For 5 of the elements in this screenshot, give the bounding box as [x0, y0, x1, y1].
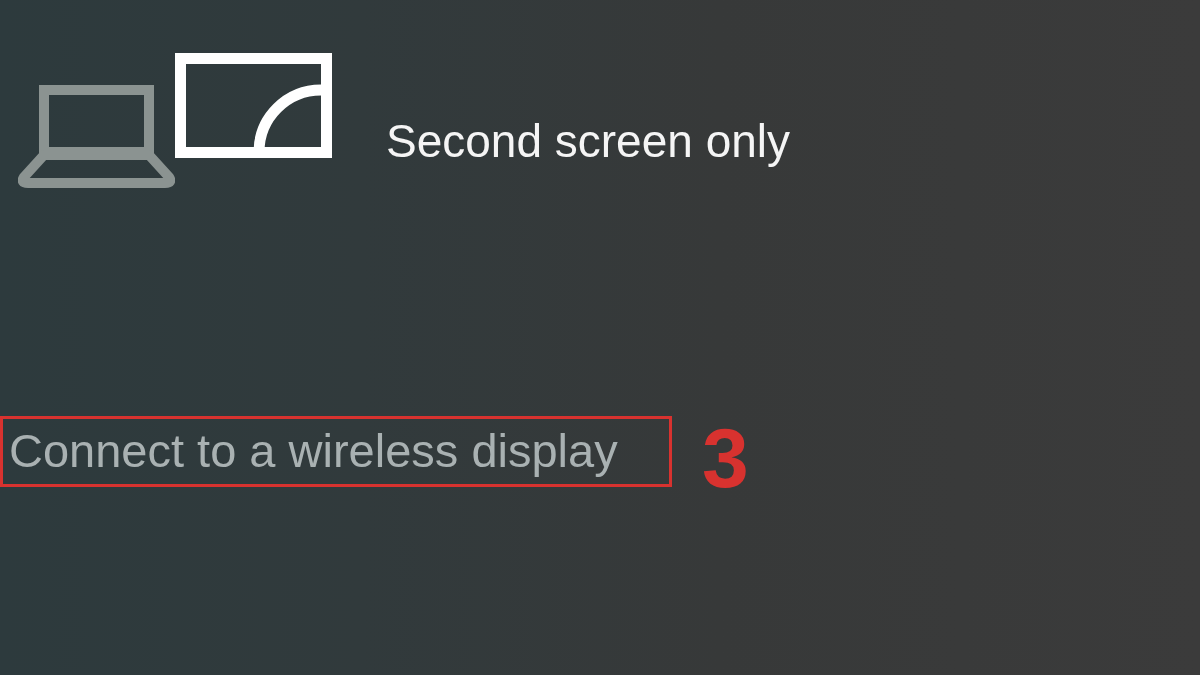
wireless-display-link[interactable]: Connect to a wireless display: [9, 424, 618, 478]
monitor-icon: [175, 53, 332, 158]
step-number: 3: [702, 416, 749, 500]
laptop-icon: [18, 85, 175, 188]
option-label: Second screen only: [386, 115, 791, 167]
